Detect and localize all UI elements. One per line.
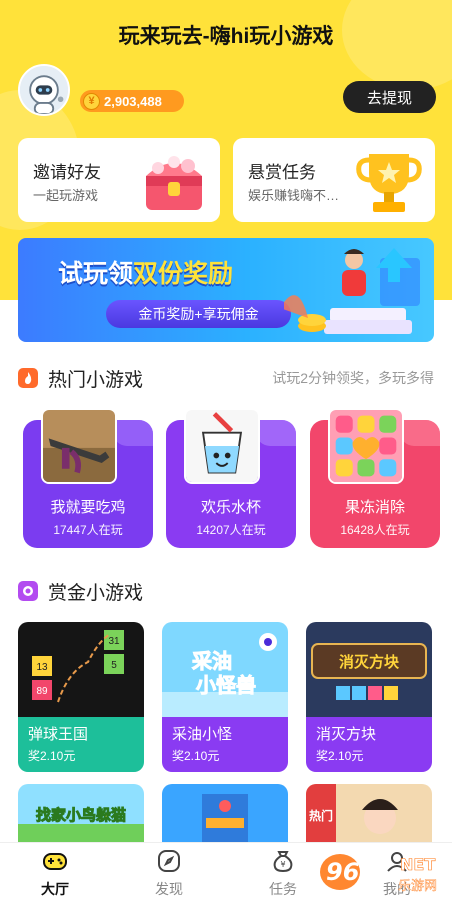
hot-tag: 热门 bbox=[309, 808, 333, 823]
card-info: 弹球王国 奖2.10元 bbox=[18, 717, 144, 772]
game-reward: 奖2.10元 bbox=[28, 749, 76, 763]
coin-icon: ¥ bbox=[83, 92, 100, 110]
tab-discover[interactable]: 发现 bbox=[124, 843, 214, 900]
banner-illustration bbox=[284, 248, 420, 334]
game-art-oil-monster: 采油 小怪兽 bbox=[162, 622, 288, 717]
svg-text:采油: 采油 bbox=[192, 649, 232, 673]
watermark-sub: 乐游网 bbox=[398, 879, 437, 894]
svg-text:13: 13 bbox=[36, 662, 48, 673]
avatar[interactable] bbox=[18, 64, 70, 116]
tab-label: 发现 bbox=[155, 881, 183, 897]
card-corner bbox=[256, 420, 296, 446]
hot-game-card[interactable]: 果冻消除 16428人在玩 bbox=[310, 408, 440, 548]
task-card-invite[interactable]: 邀请好友 一起玩游戏 bbox=[18, 138, 220, 222]
player-count: 14207人在玩 bbox=[196, 523, 266, 537]
gamepad-icon bbox=[43, 853, 67, 870]
task-card-bounty[interactable]: 悬赏任务 娱乐赚钱嗨不… bbox=[233, 138, 435, 222]
hot-game-card[interactable]: 欢乐水杯 14207人在玩 bbox=[166, 408, 296, 548]
bounty-game-card[interactable]: 采油 小怪兽 采油小怪 奖2.10元 bbox=[162, 622, 288, 772]
hot-section-hint: 试玩2分钟领奖，多玩多得 bbox=[272, 370, 434, 386]
task-title: 悬赏任务 bbox=[248, 163, 316, 182]
game-art-bird: 找家小鸟躲猫 bbox=[18, 784, 144, 844]
game-art-block-blast: 消灭方块 bbox=[306, 622, 432, 717]
banner-title-highlight: 双份奖励 bbox=[133, 260, 234, 288]
player-count: 17447人在玩 bbox=[53, 523, 123, 537]
hot-section-header: 热门小游戏 bbox=[18, 365, 143, 391]
site-watermark: 962 NET 乐游网 bbox=[320, 854, 437, 894]
game-art-climb bbox=[162, 784, 288, 844]
banner-title-prefix: 试玩领 bbox=[58, 260, 134, 288]
svg-text:消灭方块: 消灭方块 bbox=[339, 653, 400, 671]
bounty-game-card-partial[interactable]: 找家小鸟躲猫 bbox=[18, 784, 144, 844]
tab-lobby[interactable]: 大厅 bbox=[10, 843, 100, 900]
card-corner bbox=[400, 420, 440, 446]
game-name: 弹球王国 bbox=[28, 726, 89, 743]
svg-text:89: 89 bbox=[36, 686, 48, 697]
svg-text:31: 31 bbox=[108, 636, 120, 647]
treasure-chest-icon bbox=[146, 156, 202, 210]
coin-amount: 2,903,488 bbox=[104, 93, 162, 109]
bounty-game-card-partial[interactable]: 热门 bbox=[306, 784, 432, 844]
bounty-game-card[interactable]: 消灭方块 消灭方块 奖2.10元 bbox=[306, 622, 432, 772]
player-count: 16428人在玩 bbox=[340, 523, 410, 537]
flame-icon bbox=[18, 368, 38, 388]
svg-text:¥: ¥ bbox=[280, 860, 285, 869]
svg-text:5: 5 bbox=[111, 660, 117, 671]
game-thumbnail-chicken bbox=[41, 408, 117, 484]
game-art-palace: 热门 bbox=[306, 784, 432, 844]
game-name: 我就要吃鸡 bbox=[50, 499, 126, 516]
game-reward: 奖2.10元 bbox=[316, 749, 364, 763]
task-subtitle: 一起玩游戏 bbox=[33, 188, 99, 203]
game-thumbnail-jelly bbox=[328, 408, 404, 484]
banner-title: 试玩领双份奖励 bbox=[58, 254, 233, 290]
bounty-section-title: 赏金小游戏 bbox=[48, 582, 144, 604]
trophy-icon bbox=[356, 154, 422, 212]
bounty-badge-icon bbox=[18, 581, 38, 601]
app-title: 玩来玩去-嗨hi玩小游戏 bbox=[118, 25, 334, 48]
bird-game-title: 找家小鸟躲猫 bbox=[36, 806, 126, 824]
card-info: 消灭方块 奖2.10元 bbox=[306, 717, 432, 772]
tab-label: 大厅 bbox=[41, 881, 69, 897]
bounty-game-card[interactable]: 13 89 31 5 弹球王国 奖2.10元 bbox=[18, 622, 144, 772]
game-name: 消灭方块 bbox=[316, 726, 377, 743]
game-reward: 奖2.10元 bbox=[172, 749, 220, 763]
game-art-pinball: 13 89 31 5 bbox=[18, 622, 144, 717]
svg-text:小怪兽: 小怪兽 bbox=[196, 673, 256, 697]
task-subtitle: 娱乐赚钱嗨不… bbox=[248, 188, 340, 203]
astronaut-avatar-icon bbox=[20, 66, 68, 114]
game-thumbnail-cup bbox=[184, 408, 260, 484]
bounty-section-header: 赏金小游戏 bbox=[18, 578, 143, 604]
tab-tasks[interactable]: ¥ 任务 bbox=[238, 843, 328, 900]
game-name: 采油小怪 bbox=[172, 726, 233, 743]
watermark-net: NET bbox=[400, 855, 435, 874]
card-info: 采油小怪 奖2.10元 bbox=[162, 717, 288, 772]
hot-game-card[interactable]: 我就要吃鸡 17447人在玩 bbox=[23, 408, 153, 548]
coin-balance[interactable]: ¥ 2,903,488 bbox=[80, 90, 184, 112]
banner-subtitle-pill: 金币奖励+享玩佣金 bbox=[106, 300, 291, 328]
game-name: 果冻消除 bbox=[344, 499, 405, 516]
withdraw-button[interactable]: 去提现 bbox=[343, 81, 436, 113]
tab-label: 任务 bbox=[269, 881, 297, 897]
compass-icon bbox=[158, 850, 180, 872]
card-corner bbox=[113, 420, 153, 446]
moneybag-icon: ¥ bbox=[273, 851, 293, 873]
bounty-game-card-partial[interactable] bbox=[162, 784, 288, 844]
promo-banner[interactable]: 试玩领双份奖励 金币奖励+享玩佣金 bbox=[18, 238, 434, 342]
task-title: 邀请好友 bbox=[33, 163, 101, 182]
hot-section-title: 热门小游戏 bbox=[48, 369, 144, 391]
watermark-main: 962 bbox=[326, 858, 376, 886]
game-name: 欢乐水杯 bbox=[200, 499, 261, 516]
